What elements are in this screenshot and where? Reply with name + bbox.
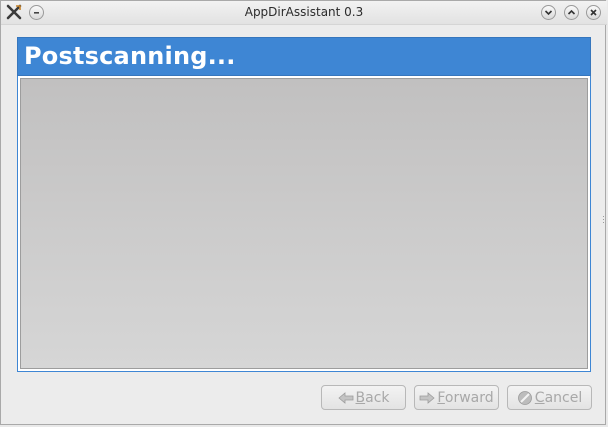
- minimize-icon[interactable]: [541, 5, 556, 20]
- maximize-icon[interactable]: [564, 5, 579, 20]
- window-title: AppDirAssistant 0.3: [244, 5, 364, 19]
- cancel-button[interactable]: Cancel: [507, 385, 592, 410]
- title-bar[interactable]: AppDirAssistant 0.3: [1, 1, 607, 25]
- cancel-button-label: Cancel: [534, 389, 583, 406]
- back-button-label: Back: [355, 389, 390, 406]
- forward-button-label: Forward: [437, 389, 494, 406]
- close-icon[interactable]: [586, 5, 601, 20]
- back-button[interactable]: Back: [321, 385, 406, 410]
- resize-grip[interactable]: [602, 209, 605, 223]
- page-title: Postscanning...: [24, 42, 236, 70]
- content-frame: [17, 76, 591, 372]
- app-window: AppDirAssistant 0.3 Postscanning... Back…: [0, 0, 607, 425]
- back-arrow-icon: [337, 390, 354, 406]
- forward-arrow-icon: [419, 390, 435, 406]
- content-area: [20, 78, 588, 369]
- forward-button[interactable]: Forward: [414, 385, 499, 410]
- cancel-icon: [517, 390, 533, 406]
- page-header: Postscanning...: [17, 37, 591, 76]
